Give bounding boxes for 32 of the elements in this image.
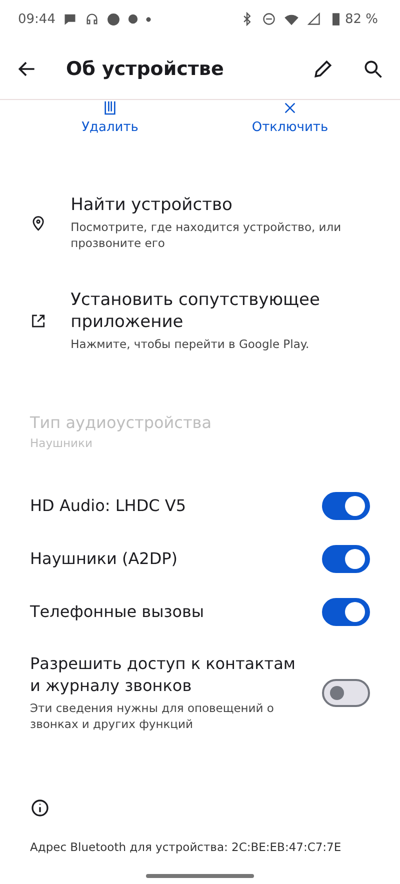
status-time: 09:44 [18,12,56,26]
bluetooth-address: Адрес Bluetooth для устройства: 2C:BE:EB:47:C7:7E [29,840,342,854]
link-subtitle: Нажмите, чтобы перейти в Google Play. [70,336,310,352]
toggle-label: Разрешить доступ к контактам и журналу звонков [30,653,296,697]
link-title[interactable]: Найти устройство [70,194,376,216]
app-icon [128,14,138,24]
toggle-label: HD Audio: LHDC V5 [30,495,186,517]
close-icon [282,100,298,116]
toggle-switch[interactable] [322,492,370,520]
headphones-icon [85,12,100,26]
toggle-label: Телефонные вызовы [30,601,204,623]
message-icon [63,12,78,26]
toggle-label: Наушники (A2DP) [30,548,178,570]
screen-title: Об устройстве [66,58,225,80]
link-title[interactable]: Установить сопутствующее приложение [70,289,376,333]
toggle-switch[interactable] [322,678,370,706]
link-subtitle: Посмотрите, где находится устройство, или прозвоните его [70,219,342,251]
disconnect-button[interactable]: Отключить [230,100,350,140]
setting-value: Наушники [30,436,94,450]
pencil-icon [312,58,334,80]
toggle-switch[interactable] [322,545,370,573]
info-icon [30,798,50,818]
dot-icon [146,16,152,22]
app-icon [107,12,120,26]
do-not-disturb-icon [262,12,276,26]
battery-level: 82 % [344,12,378,26]
trash-icon [102,100,118,116]
signal-icon [306,12,321,26]
toggle-description: Эти сведения нужны для оповещений о звонках и других функций [30,700,275,732]
toggle-switch[interactable] [322,598,370,626]
delete-button[interactable]: Удалить [50,100,170,140]
navigation-handle[interactable] [146,874,254,878]
